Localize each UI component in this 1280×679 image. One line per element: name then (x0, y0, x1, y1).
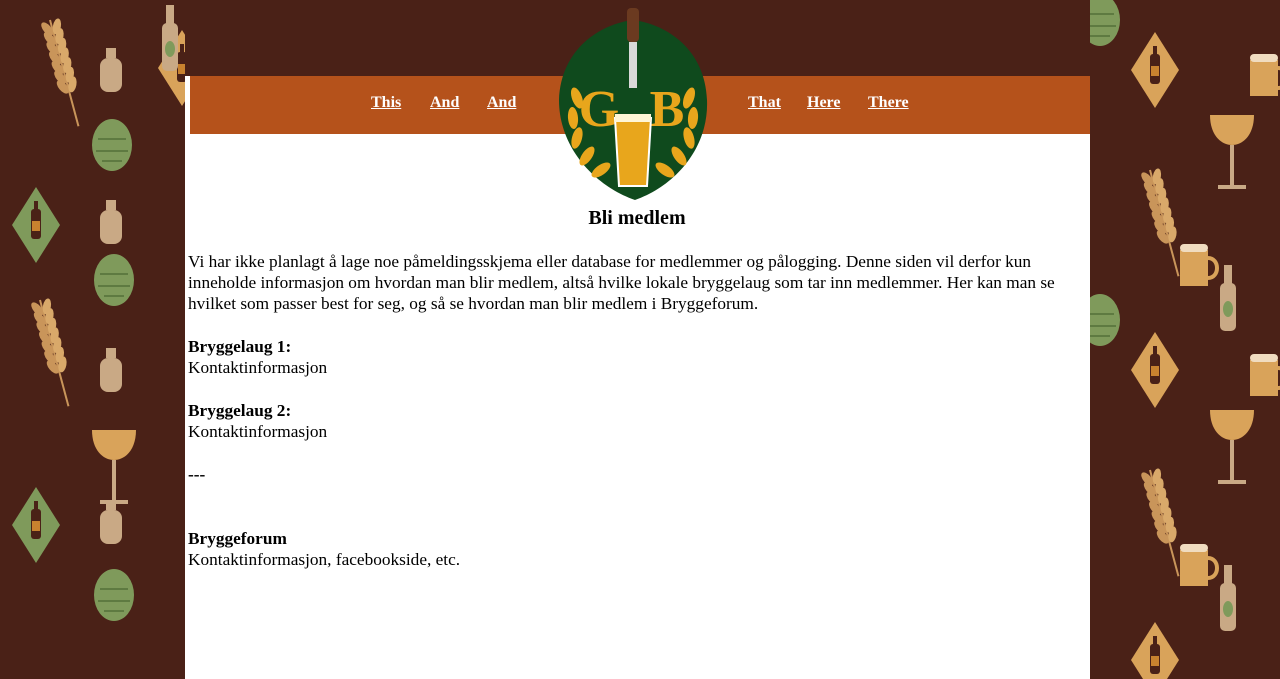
hop-icon (94, 254, 134, 306)
logo-letter-b: B (650, 81, 685, 138)
hop-icon (92, 119, 132, 171)
main-content: Bli medlem Vi har ikke planlagt å lage n… (188, 207, 1086, 570)
section-text: Kontaktinformasjon, facebookside, etc. (188, 550, 461, 569)
nav-link-and-2[interactable]: And (487, 94, 516, 112)
section-bryggeforum: Bryggeforum Kontaktinformasjon, facebook… (188, 528, 1086, 570)
section-bryggelaug-2: Bryggelaug 2: Kontaktinformasjon (188, 400, 1086, 442)
section-text: Kontaktinformasjon (188, 422, 328, 441)
beer-mug-icon (1250, 354, 1280, 396)
nav-link-that[interactable]: That (748, 94, 781, 112)
site-logo[interactable]: G B (555, 8, 711, 204)
section-heading: Bryggelaug 1: (188, 337, 292, 356)
section-text: Kontaktinformasjon (188, 358, 328, 377)
nav-link-there[interactable]: There (868, 94, 909, 112)
beer-mug-icon (1250, 54, 1280, 96)
nav-link-this[interactable]: This (371, 94, 401, 112)
intro-paragraph: Vi har ikke planlagt å lage noe påmeldin… (188, 252, 1055, 313)
page-title: Bli medlem (588, 207, 686, 229)
hop-icon (94, 569, 134, 621)
section-heading: Bryggelaug 2: (188, 401, 292, 420)
section-heading: Bryggeforum (188, 529, 287, 548)
section-bryggelaug-1: Bryggelaug 1: Kontaktinformasjon (188, 336, 1086, 378)
logo-letter-g: G (579, 81, 619, 138)
separator: --- (188, 465, 206, 484)
nav-link-and-1[interactable]: And (430, 94, 459, 112)
nav-link-here[interactable]: Here (807, 94, 840, 112)
